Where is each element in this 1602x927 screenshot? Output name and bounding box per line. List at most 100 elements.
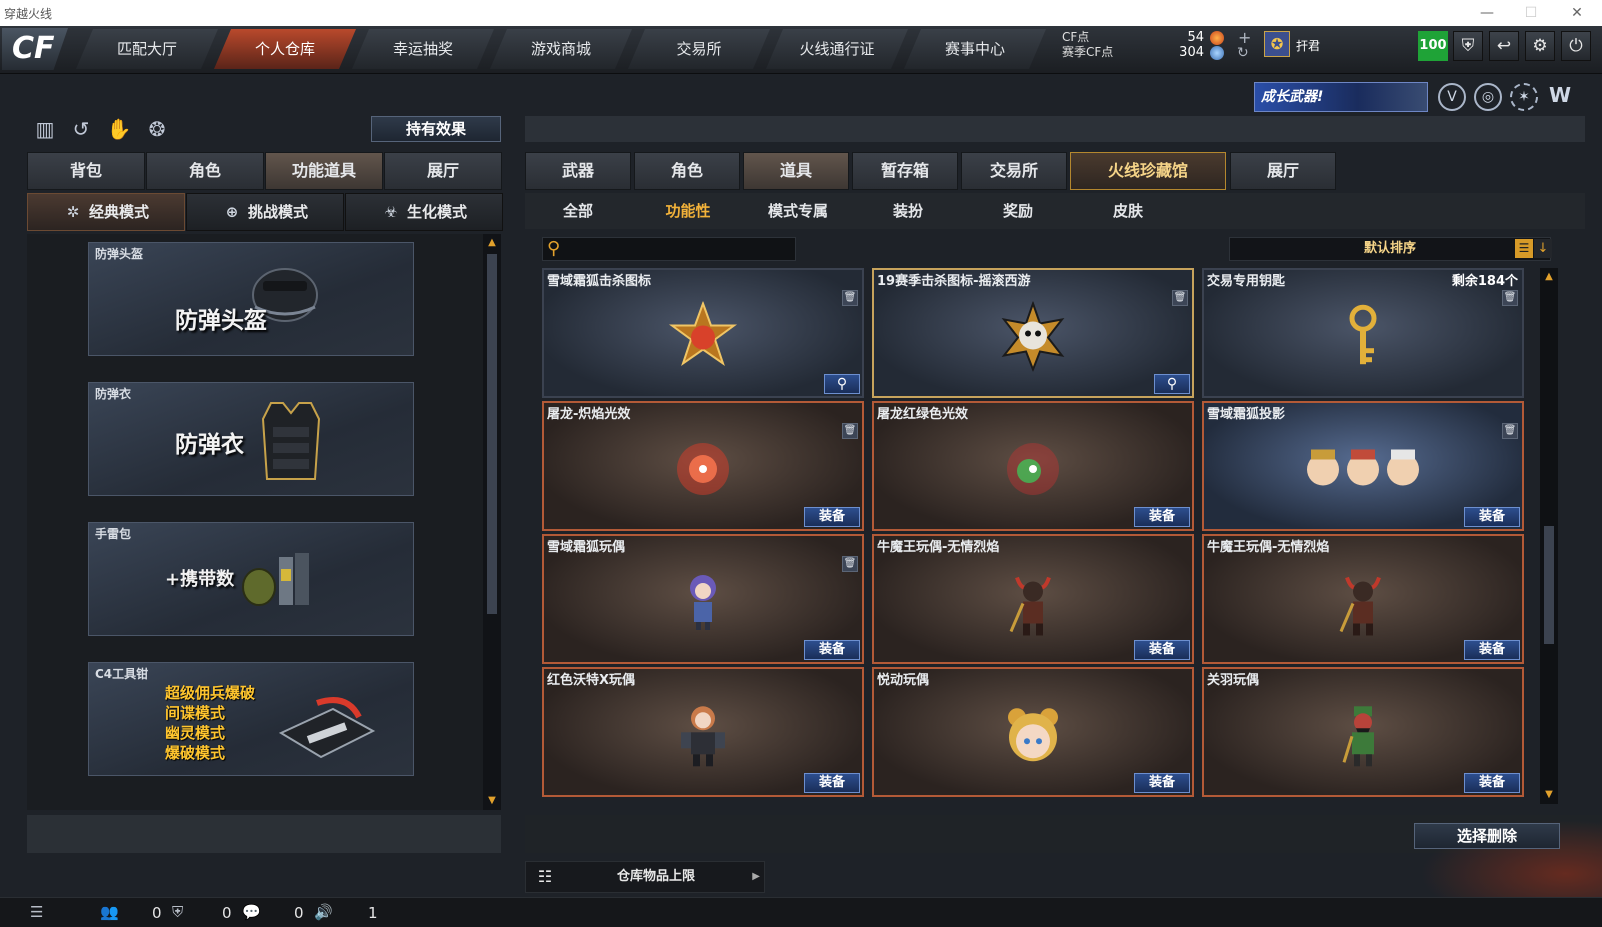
clan-shield-icon[interactable]: ⛨ <box>172 903 183 921</box>
stats-icon[interactable]: ▥ <box>32 116 58 142</box>
equip-button[interactable]: 装备 <box>804 507 860 527</box>
star-emblem-icon[interactable]: ✶ <box>1510 83 1538 111</box>
scroll-thumb[interactable] <box>1544 526 1554 644</box>
left-tab-character[interactable]: 角色 <box>146 152 264 190</box>
trash-icon[interactable]: 🗑 <box>1172 290 1188 306</box>
subtab-skin[interactable]: 皮肤 <box>1078 200 1178 221</box>
item-card[interactable]: 雪域霜狐玩偶 🗑 装备 <box>542 534 864 664</box>
scroll-down-icon[interactable]: ▼ <box>1541 788 1557 802</box>
equip-button[interactable]: 装备 <box>804 640 860 660</box>
equip-button[interactable]: 装备 <box>1464 640 1520 660</box>
w-emblem-icon[interactable]: W <box>1546 83 1574 111</box>
subtab-reward[interactable]: 奖励 <box>968 200 1068 221</box>
mode-tab-zombie[interactable]: ☣ 生化模式 <box>345 193 503 231</box>
slot-card-c4-pliers[interactable]: C4工具钳 超级佣兵爆破 间谍模式 幽灵模式 爆破模式 <box>88 662 414 776</box>
storage-limit-button[interactable]: ☷ 仓库物品上限 ▶ <box>525 861 765 893</box>
item-card[interactable]: 红色沃特X玩偶 装备 <box>542 667 864 797</box>
sort-dropdown[interactable]: 默认排序 <box>1229 237 1551 261</box>
history-icon[interactable]: ↺ <box>68 116 94 142</box>
item-card[interactable]: 屠龙-炽焰光效 🗑 装备 <box>542 401 864 531</box>
item-card[interactable]: 交易专用钥匙 剩余184个 🗑 <box>1202 268 1524 398</box>
equip-button[interactable]: 装备 <box>1134 640 1190 660</box>
item-card[interactable]: 悦动玩偶 装备 <box>872 667 1194 797</box>
hand-icon[interactable]: ✋ <box>106 116 132 142</box>
nav-tab-match-lobby[interactable]: 匹配大厅 <box>76 29 218 69</box>
item-name: 牛魔王玩偶-无情烈焰 <box>877 540 1000 555</box>
mode-tab-label: 经典模式 <box>88 203 149 221</box>
item-card[interactable]: 雪域霜狐投影 🗑 装备 <box>1202 401 1524 531</box>
left-tab-showroom[interactable]: 展厅 <box>384 152 502 190</box>
slot-card-vest[interactable]: 防弹衣 防弹衣 <box>88 382 414 496</box>
grid-scrollbar[interactable]: ▲ ▼ <box>1540 268 1558 804</box>
right-tab-collection[interactable]: 火线珍藏馆 <box>1070 152 1226 190</box>
subtab-functional[interactable]: 功能性 <box>638 200 738 221</box>
bag-icon[interactable]: ❂ <box>144 116 170 142</box>
maximize-icon[interactable]: ☐ <box>1516 3 1546 23</box>
right-tab-characters[interactable]: 角色 <box>634 152 740 190</box>
subtab-mode-exclusive[interactable]: 模式专属 <box>748 200 848 221</box>
left-scrollbar[interactable]: ▲ ▼ <box>483 234 501 810</box>
select-delete-button[interactable]: 选择删除 <box>1414 823 1560 849</box>
slot-card-helmet[interactable]: 防弹头盔 防弹头盔 <box>88 242 414 356</box>
shield-icon[interactable]: ⛨ <box>1453 31 1483 61</box>
refresh-icon[interactable]: ↻ <box>1237 45 1249 61</box>
nav-tab-exchange[interactable]: 交易所 <box>628 29 770 69</box>
trash-icon[interactable]: 🗑 <box>1502 290 1518 306</box>
held-effects-button[interactable]: 持有效果 <box>371 116 501 142</box>
left-tab-function-items[interactable]: 功能道具 <box>265 152 383 190</box>
equip-button[interactable]: 装备 <box>1134 507 1190 527</box>
nav-tab-lottery[interactable]: 幸运抽奖 <box>352 29 494 69</box>
right-tab-showroom[interactable]: 展厅 <box>1230 152 1336 190</box>
item-card[interactable]: 雪域霜狐击杀图标 🗑 ⚲ <box>542 268 864 398</box>
subtab-outfit[interactable]: 装扮 <box>858 200 958 221</box>
sort-order-icon[interactable]: ↓ <box>1534 239 1552 258</box>
menu-list-icon[interactable]: ☰ <box>30 903 43 921</box>
scroll-up-icon[interactable]: ▲ <box>1541 270 1557 284</box>
nav-tab-battle-pass[interactable]: 火线通行证 <box>766 29 908 69</box>
left-tab-backpack[interactable]: 背包 <box>27 152 145 190</box>
power-icon[interactable]: ⏻ <box>1561 31 1591 61</box>
search-input[interactable]: ⚲ <box>542 237 796 261</box>
equip-button[interactable]: 装备 <box>804 773 860 793</box>
scroll-down-icon[interactable]: ▼ <box>484 794 500 808</box>
growth-weapon-banner[interactable]: 成长武器! <box>1254 82 1428 112</box>
minimize-icon[interactable]: — <box>1472 3 1502 23</box>
nav-tab-warehouse[interactable]: 个人仓库 <box>214 29 356 69</box>
mode-tab-classic[interactable]: ✲ 经典模式 <box>27 193 185 231</box>
item-card[interactable]: 关羽玩偶 装备 <box>1202 667 1524 797</box>
close-icon[interactable]: ✕ <box>1562 3 1592 23</box>
friends-icon[interactable]: 👥 <box>100 903 119 921</box>
zoom-button[interactable]: ⚲ <box>1154 374 1190 394</box>
right-tab-exchange[interactable]: 交易所 <box>961 152 1067 190</box>
speaker-icon[interactable]: 🔊 <box>314 903 333 921</box>
scroll-up-icon[interactable]: ▲ <box>484 236 500 250</box>
trash-icon[interactable]: 🗑 <box>1502 423 1518 439</box>
item-card[interactable]: 屠龙红绿色光效 装备 <box>872 401 1194 531</box>
right-tab-temp-box[interactable]: 暂存箱 <box>852 152 958 190</box>
item-card[interactable]: 牛魔王玩偶-无情烈焰 装备 <box>872 534 1194 664</box>
scroll-thumb[interactable] <box>487 254 497 614</box>
v-emblem-icon[interactable]: V <box>1438 83 1466 111</box>
right-tab-items[interactable]: 道具 <box>743 152 849 190</box>
trash-icon[interactable]: 🗑 <box>842 423 858 439</box>
right-tab-weapons[interactable]: 武器 <box>525 152 631 190</box>
return-icon[interactable]: ↩ <box>1489 31 1519 61</box>
trash-icon[interactable]: 🗑 <box>842 556 858 572</box>
equip-button[interactable]: 装备 <box>1464 773 1520 793</box>
item-card[interactable]: 牛魔王玩偶-无情烈焰 装备 <box>1202 534 1524 664</box>
trash-icon[interactable]: 🗑 <box>842 290 858 306</box>
item-card[interactable]: 19赛季击杀图标-摇滚西游 🗑 ⚲ <box>872 268 1194 398</box>
zoom-button[interactable]: ⚲ <box>824 374 860 394</box>
equip-button[interactable]: 装备 <box>1464 507 1520 527</box>
globe-icon[interactable]: ◎ <box>1474 83 1502 111</box>
nav-tab-events[interactable]: 赛事中心 <box>904 29 1046 69</box>
subtab-all[interactable]: 全部 <box>528 200 628 221</box>
chat-icon[interactable]: 💬 <box>242 903 261 921</box>
nav-tab-shop[interactable]: 游戏商城 <box>490 29 632 69</box>
cf-logo[interactable]: CF <box>2 28 68 70</box>
gear-icon[interactable]: ⚙ <box>1525 31 1555 61</box>
equip-button[interactable]: 装备 <box>1134 773 1190 793</box>
mode-tab-challenge[interactable]: ⊕ 挑战模式 <box>186 193 344 231</box>
slot-card-grenade-pack[interactable]: 手雷包 +携带数 <box>88 522 414 636</box>
list-view-icon[interactable]: ☰ <box>1515 239 1533 258</box>
